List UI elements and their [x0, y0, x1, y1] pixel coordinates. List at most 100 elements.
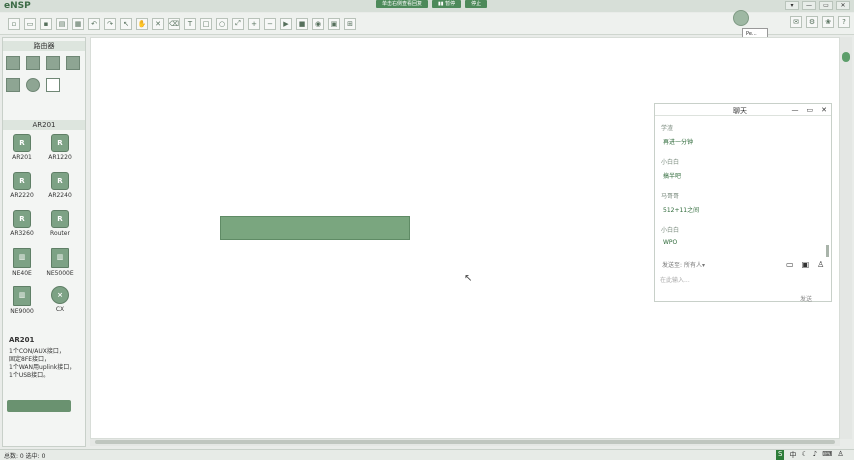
- topo-icon[interactable]: ⊞: [344, 17, 356, 30]
- user-icon[interactable]: ♙: [817, 260, 824, 269]
- router-header: 路由器: [3, 41, 85, 51]
- undo-icon[interactable]: ↶: [88, 17, 100, 30]
- minimize-button[interactable]: —: [802, 1, 816, 10]
- chassis-icon: ▥: [13, 286, 31, 306]
- message-sender: 学渣: [661, 125, 674, 132]
- message-text: 再进一分钟: [663, 139, 694, 146]
- screenshot-icon[interactable]: ▣: [802, 260, 810, 269]
- close-button[interactable]: ✕: [836, 1, 850, 10]
- redo-icon[interactable]: ↷: [104, 17, 116, 30]
- panel-action-button[interactable]: [7, 400, 71, 412]
- user-avatar[interactable]: [733, 10, 749, 26]
- clear-icon[interactable]: ⌫: [168, 17, 180, 30]
- status-text: 总数: 0 选中: 0: [4, 453, 46, 460]
- rect-icon[interactable]: □: [200, 17, 212, 30]
- router-icon: R: [13, 210, 31, 228]
- zoomout-icon[interactable]: −: [264, 17, 276, 30]
- firewall-category-icon[interactable]: [66, 56, 80, 70]
- new-icon[interactable]: ▫: [8, 17, 20, 30]
- chat-scrollbar[interactable]: [826, 245, 829, 257]
- capture-icon[interactable]: ◉: [312, 17, 324, 30]
- stop-button[interactable]: 停止: [465, 0, 488, 8]
- select-icon[interactable]: ↖: [120, 17, 132, 30]
- device-router[interactable]: R Router: [45, 210, 75, 244]
- pause-button[interactable]: ▮▮ 暂停: [432, 0, 462, 8]
- device-ar1220[interactable]: R AR1220: [45, 134, 75, 168]
- message-sender: 小白白: [661, 159, 680, 166]
- chat-icon[interactable]: ✉: [790, 16, 802, 28]
- chat-close-button[interactable]: ✕: [821, 106, 827, 114]
- status-bar: 总数: 0 选中: 0: [0, 449, 854, 460]
- chassis-icon: ▥: [13, 248, 31, 268]
- text-icon[interactable]: T: [184, 17, 196, 30]
- maximize-button[interactable]: ▭: [819, 1, 833, 10]
- meeting-controls: 单击右侧查看回复 ▮▮ 暂停 停止: [376, 0, 488, 8]
- device-ar201[interactable]: R AR201: [7, 134, 37, 168]
- router-icon: R: [13, 172, 31, 190]
- horizontal-scroll-thumb[interactable]: [95, 440, 835, 444]
- pc-category-icon[interactable]: [6, 78, 20, 92]
- delete-icon[interactable]: ✕: [152, 17, 164, 30]
- stop-icon[interactable]: ■: [296, 17, 308, 30]
- vertical-scroll-thumb[interactable]: [842, 52, 850, 62]
- device-ar2240[interactable]: R AR2240: [45, 172, 75, 206]
- open-icon[interactable]: ▭: [24, 17, 36, 30]
- cloud-category-icon[interactable]: [26, 78, 40, 92]
- chassis-icon: ▥: [51, 248, 69, 268]
- link-category-icon[interactable]: [46, 78, 60, 92]
- view-reply-button[interactable]: 单击右侧查看回复: [376, 0, 429, 8]
- toolbar: ▫ ▭ ▪ ▤ ▦ ↶ ↷ ↖ ✋ ✕ ⌫ T □ ○ ⤢ + − ▶ ■ ◉ …: [0, 13, 854, 35]
- message-sender: 马哥哥: [661, 193, 680, 200]
- device-ar2220[interactable]: R AR2220: [7, 172, 37, 206]
- router-icon: R: [13, 134, 31, 152]
- chat-title: 聊天: [733, 107, 747, 115]
- chat-window-buttons: — ▭ ✕: [792, 106, 828, 114]
- ime-icon[interactable]: S: [776, 450, 785, 460]
- huawei-icon[interactable]: ❀: [822, 16, 834, 28]
- chat-minimize-button[interactable]: —: [792, 106, 799, 114]
- window-buttons: ▾ — ▭ ✕: [785, 1, 850, 10]
- keyboard-icon[interactable]: ⌨: [822, 450, 832, 460]
- description-line: 1个USB接口。: [9, 372, 50, 379]
- user-tray-icon[interactable]: ♙: [837, 450, 843, 460]
- chat-tools: ▭ ▣ ♙: [786, 260, 824, 269]
- device-cx[interactable]: ⨯ CX: [45, 286, 75, 320]
- send-to-label: 发送至:: [662, 262, 683, 269]
- settings-icon[interactable]: ⚙: [806, 16, 818, 28]
- save-icon[interactable]: ▪: [40, 17, 52, 30]
- wlan-category-icon[interactable]: [46, 56, 60, 70]
- right-toolbar: ✉ ⚙ ❀ ?: [790, 16, 850, 28]
- device-category-row-1: [6, 56, 80, 70]
- fit-icon[interactable]: ⤢: [232, 17, 244, 30]
- mic-icon[interactable]: ♪: [813, 450, 817, 460]
- saveas-icon[interactable]: ▤: [56, 17, 68, 30]
- canvas-shape[interactable]: [220, 216, 410, 240]
- device-ne9000[interactable]: ▥ NE9000: [7, 286, 37, 320]
- router-category-icon[interactable]: [6, 56, 20, 70]
- console-icon[interactable]: ▣: [328, 17, 340, 30]
- chat-input[interactable]: 在此输入...: [660, 275, 690, 284]
- device-ne40e[interactable]: ▥ NE40E: [7, 248, 37, 282]
- lang-icon[interactable]: 中: [789, 450, 796, 460]
- category-header: AR201: [3, 120, 85, 130]
- device-ne5000e[interactable]: ▥ NE5000E: [45, 248, 75, 282]
- moon-icon[interactable]: ☾: [801, 450, 807, 460]
- print-icon[interactable]: ▦: [72, 17, 84, 30]
- router-icon: R: [51, 210, 69, 228]
- device-ar3260[interactable]: R AR3260: [7, 210, 37, 244]
- mouse-cursor-icon: ↖: [464, 273, 473, 284]
- send-button[interactable]: 发送: [800, 294, 812, 303]
- start-icon[interactable]: ▶: [280, 17, 292, 30]
- hand-icon[interactable]: ✋: [136, 17, 148, 30]
- folder-icon[interactable]: ▭: [786, 260, 794, 269]
- switch-category-icon[interactable]: [26, 56, 40, 70]
- chat-maximize-button[interactable]: ▭: [807, 106, 814, 114]
- ellipse-icon[interactable]: ○: [216, 17, 228, 30]
- vertical-scrollbar[interactable]: [840, 37, 852, 439]
- zoomin-icon[interactable]: +: [248, 17, 260, 30]
- app-logo: eNSP: [4, 1, 31, 11]
- send-to-select[interactable]: 所有人▾: [684, 260, 705, 269]
- chat-header: 聊天 — ▭ ✕: [655, 104, 831, 116]
- help-icon[interactable]: ?: [838, 16, 850, 28]
- menu-dropdown-button[interactable]: ▾: [785, 1, 799, 10]
